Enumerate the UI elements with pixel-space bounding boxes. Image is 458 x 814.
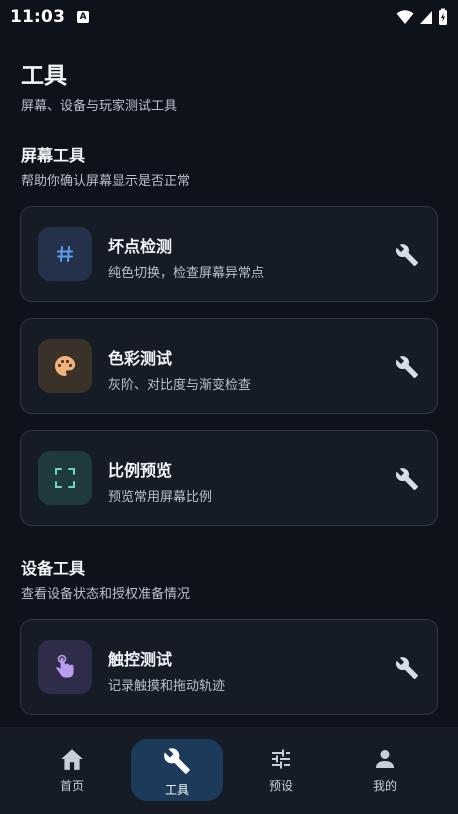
nav-label: 我的 xyxy=(372,779,397,793)
cellular-signal-icon xyxy=(420,11,432,24)
section-title-screen-tools: 屏幕工具 xyxy=(21,146,86,165)
card-title: 坏点检测 xyxy=(108,237,173,256)
wrench-icon[interactable] xyxy=(393,353,421,381)
nav-item-profile[interactable]: 我的 xyxy=(339,739,431,801)
wrench-icon[interactable] xyxy=(393,241,421,269)
card-title: 色彩测试 xyxy=(108,349,173,368)
section-subtitle-screen-tools: 帮助你确认屏幕显示是否正常 xyxy=(21,174,191,189)
nav-item-presets[interactable]: 预设 xyxy=(235,739,327,801)
crop-frame-icon xyxy=(38,451,92,505)
card-dead-pixel-test[interactable]: 坏点检测 纯色切换，检查屏幕异常点 xyxy=(20,206,438,302)
hash-icon xyxy=(38,227,92,281)
status-icons xyxy=(396,8,448,26)
page-title: 工具 xyxy=(21,63,67,89)
card-color-test[interactable]: 色彩测试 灰阶、对比度与渐变检查 xyxy=(20,318,438,414)
palette-icon xyxy=(38,339,92,393)
section-subtitle-device-tools: 查看设备状态和授权准备情况 xyxy=(21,587,191,602)
card-touch-test[interactable]: 触控测试 记录触摸和拖动轨迹 xyxy=(20,619,438,715)
wrench-icon[interactable] xyxy=(393,654,421,682)
card-description: 纯色切换，检查屏幕异常点 xyxy=(108,266,265,281)
person-icon xyxy=(376,750,394,768)
page-subtitle: 屏幕、设备与玩家测试工具 xyxy=(21,99,178,114)
nav-item-home[interactable]: 首页 xyxy=(26,739,118,801)
wrench-icon[interactable] xyxy=(393,465,421,493)
home-icon xyxy=(61,749,83,770)
nav-item-tools[interactable]: 工具 xyxy=(131,739,223,801)
card-description: 灰阶、对比度与渐变检查 xyxy=(108,378,252,393)
notification-icon: A xyxy=(77,11,90,23)
status-time: 11:03 xyxy=(10,7,66,27)
battery-charging-icon xyxy=(439,8,447,25)
nav-label: 工具 xyxy=(164,783,189,797)
section-title-device-tools: 设备工具 xyxy=(21,559,86,578)
bottom-navigation: 首页 工具 预设 我的 xyxy=(0,727,458,814)
touch-icon xyxy=(38,640,92,694)
card-description: 预览常用屏幕比例 xyxy=(108,490,213,505)
card-description: 记录触摸和拖动轨迹 xyxy=(108,679,226,694)
wrench-icon xyxy=(164,748,190,774)
nav-label: 预设 xyxy=(268,779,293,793)
wifi-icon xyxy=(396,10,414,24)
card-title: 比例预览 xyxy=(108,461,173,480)
card-title: 触控测试 xyxy=(108,650,173,669)
nav-label: 首页 xyxy=(59,779,84,793)
sliders-icon xyxy=(272,749,290,769)
status-bar: 11:03 A xyxy=(0,0,458,34)
card-aspect-ratio-preview[interactable]: 比例预览 预览常用屏幕比例 xyxy=(20,430,438,526)
